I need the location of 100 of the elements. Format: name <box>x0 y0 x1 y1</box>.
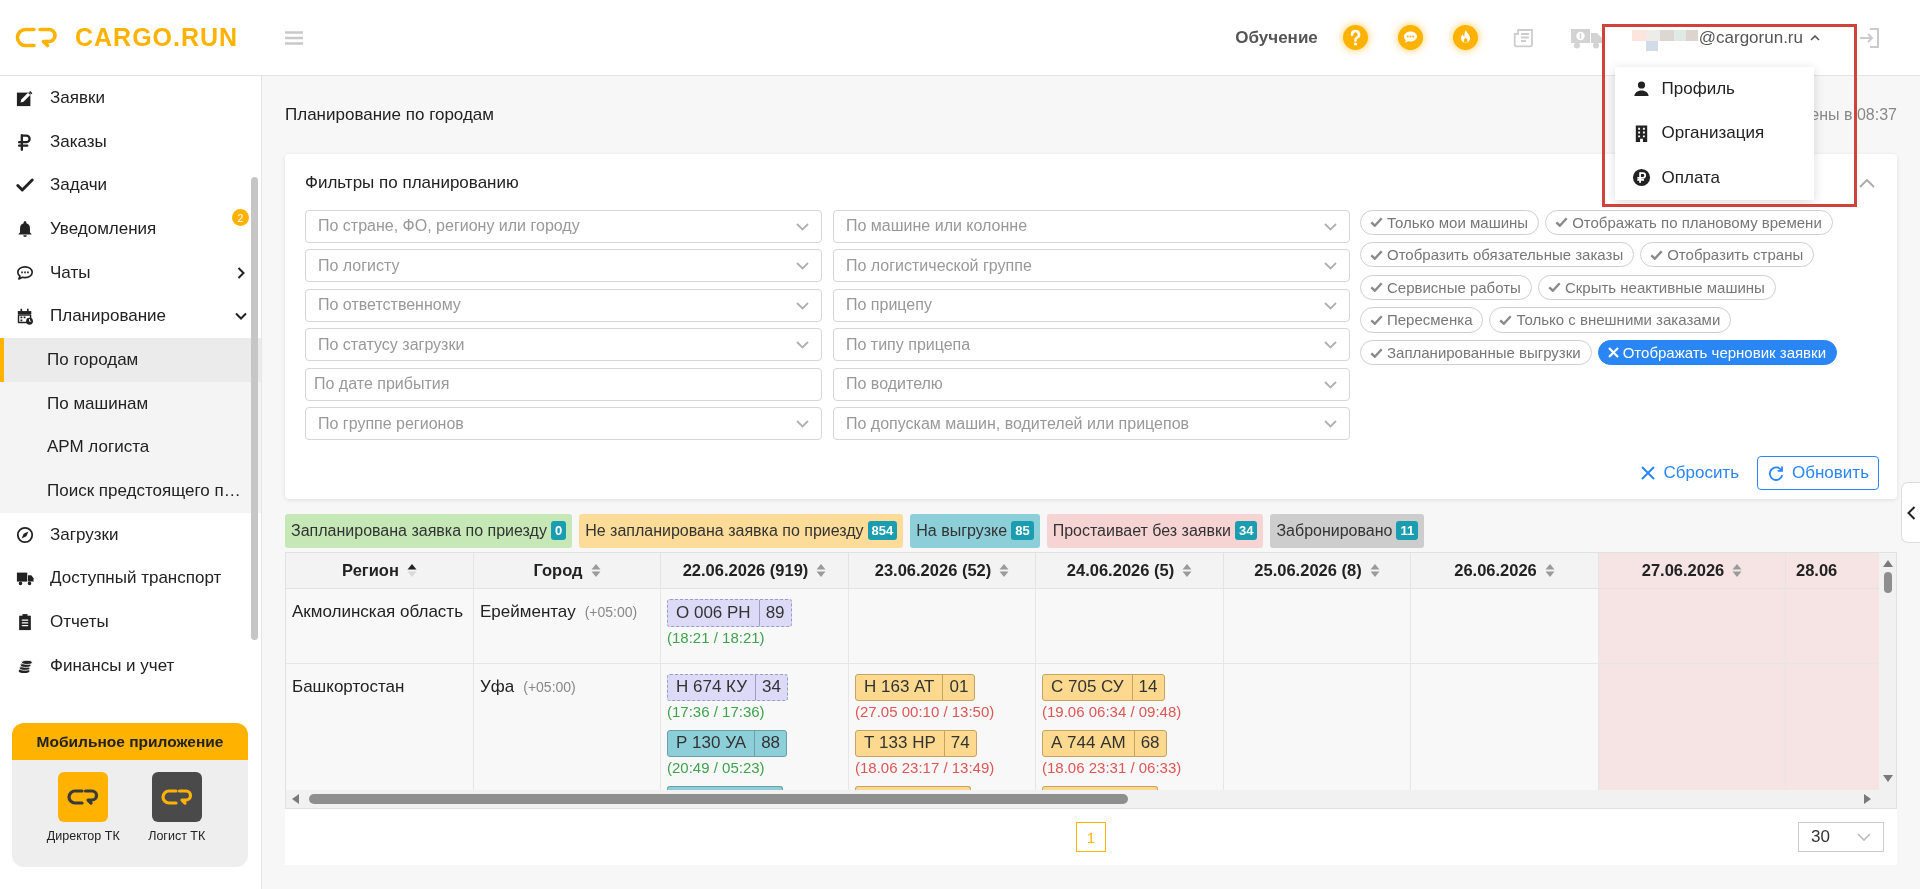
scroll-up-icon[interactable] <box>1882 560 1893 567</box>
select-field[interactable]: По логисту <box>305 249 822 282</box>
column-header[interactable]: 24.06.2026 (5) <box>1036 553 1224 588</box>
filter-chip[interactable]: Только мои машины <box>1360 209 1540 235</box>
close-icon <box>1607 347 1619 358</box>
date-field[interactable]: По дате прибытия <box>305 367 822 401</box>
filter-chip[interactable]: Отобразить обязательные заказы <box>1360 242 1635 268</box>
chevron-down-icon <box>1324 301 1337 310</box>
filter-chip[interactable]: Отобразить страны <box>1640 242 1815 268</box>
filter-chip[interactable]: Запланированные выгрузки <box>1360 339 1592 366</box>
reset-button[interactable]: Сбросить <box>1641 462 1739 483</box>
vehicle-tag[interactable]: Н 674 КУ 34 <box>667 673 788 701</box>
sidebar-item[interactable]: Отчеты <box>0 600 261 644</box>
menu-item[interactable]: Оплата <box>1614 155 1815 201</box>
sidebar-item[interactable]: Заказы <box>0 119 261 164</box>
check-icon <box>1370 314 1383 325</box>
sidebar-item[interactable]: Доступный транспорт <box>0 556 261 601</box>
column-header[interactable]: 22.06.2026 (919) <box>661 553 849 588</box>
legend-label: Забронировано <box>1276 521 1393 540</box>
select-field[interactable]: По водителю <box>833 367 1350 401</box>
chevron-down-icon <box>796 222 809 231</box>
count-badge: 34 <box>1234 521 1258 540</box>
column-header[interactable]: 28.06 <box>1786 553 1879 588</box>
legend-label: Простаивает без заявки <box>1052 521 1231 540</box>
scroll-right-icon[interactable] <box>1864 794 1871 805</box>
vehicle-tag[interactable]: Н 163 АТ 01 <box>855 673 976 701</box>
filter-chip[interactable]: Пересменка <box>1360 307 1484 333</box>
vehicle-tag[interactable]: О 006 РН 89 <box>667 599 792 627</box>
menu-item[interactable]: Организация <box>1614 111 1815 156</box>
menu-icon[interactable] <box>285 30 303 45</box>
truck-icon[interactable] <box>1569 26 1604 49</box>
check-icon <box>1370 347 1383 358</box>
sidebar-item[interactable]: Чаты <box>0 250 261 295</box>
legend-label: Не запланирована заявка по приезду <box>585 521 864 540</box>
menu-item[interactable]: Профиль <box>1614 66 1815 112</box>
arrival-time: (27.05 00:10 / 13:50) <box>855 703 996 721</box>
select-field[interactable]: По логистической группе <box>833 249 1350 282</box>
sidebar-item[interactable]: Уведомления 2 <box>0 207 261 251</box>
sidebar-subitem[interactable]: По городам <box>0 338 261 382</box>
column-header[interactable]: 27.06.2026 <box>1599 553 1786 588</box>
check-icon <box>1499 314 1513 325</box>
app-link[interactable]: Логист ТК <box>134 772 219 843</box>
page-size-select[interactable]: 30 <box>1798 822 1884 853</box>
check-icon <box>1555 217 1569 228</box>
sidebar-item[interactable]: Задачи <box>0 163 261 208</box>
filter-chip[interactable]: Отображать черновик заявки <box>1597 339 1838 366</box>
select-field[interactable]: По прицепу <box>833 288 1350 322</box>
select-field[interactable]: По стране, ФО, региону или городу <box>305 209 822 243</box>
scrollbar-thumb[interactable] <box>251 177 258 640</box>
vehicle-tag[interactable]: Р 130 УА 88 <box>667 729 788 757</box>
sidebar-subitem[interactable]: По машинам <box>0 381 261 426</box>
column-header[interactable]: 25.06.2026 (8) <box>1224 553 1411 588</box>
chevron-down-icon <box>1324 420 1337 428</box>
vehicle-tag[interactable]: С 705 СУ 14 <box>1042 673 1165 701</box>
filter-chip[interactable]: Только с внешними заказами <box>1489 307 1732 333</box>
refresh-icon <box>1768 464 1784 481</box>
vehicle-tag[interactable]: Т 133 НР 74 <box>855 729 977 757</box>
filter-chip[interactable]: Отображать по плановому времени <box>1545 209 1833 235</box>
check-icon <box>1370 217 1383 228</box>
select-field[interactable]: По статусу загрузки <box>305 328 822 361</box>
select-field[interactable]: По допускам машин, водителей или прицепов <box>833 407 1350 440</box>
chevron-down-icon <box>1324 262 1337 270</box>
newspaper-icon[interactable] <box>1512 27 1534 48</box>
select-field[interactable]: По типу прицепа <box>833 328 1350 361</box>
sidebar-subitem[interactable]: Поиск предстоящего п… <box>0 469 261 513</box>
select-field[interactable]: По группе регионов <box>305 407 822 440</box>
flame-icon[interactable] <box>1452 25 1478 50</box>
sidebar-item[interactable]: Финансы и учет <box>0 643 261 688</box>
panel-toggle-button[interactable] <box>1901 482 1920 543</box>
arrival-time: (18.06 23:31 / 06:33) <box>1042 759 1183 777</box>
count-badge: 0 <box>550 521 567 540</box>
scrollbar-thumb[interactable] <box>1883 572 1892 593</box>
vehicle-tag[interactable]: А 744 АМ 68 <box>1042 729 1167 757</box>
scroll-down-icon[interactable] <box>1882 775 1893 783</box>
column-header[interactable]: Регион <box>286 553 474 588</box>
column-header[interactable]: Город <box>474 553 661 588</box>
legend-label: На выгрузке <box>916 521 1008 540</box>
legend-label: Запланирована заявка по приезду <box>291 521 547 540</box>
chevron-up-icon[interactable] <box>1859 178 1875 188</box>
logout-icon[interactable] <box>1859 26 1880 49</box>
help-icon[interactable] <box>1342 25 1368 50</box>
filter-chip[interactable]: Сервисные работы <box>1360 274 1532 300</box>
refresh-button[interactable]: Обновить <box>1757 455 1879 490</box>
sidebar-item[interactable]: Заявки <box>0 76 261 120</box>
chat-icon[interactable] <box>1397 25 1423 50</box>
sidebar-item[interactable]: Загрузки <box>0 512 261 557</box>
training-link[interactable]: Обучение <box>1235 27 1318 48</box>
account-menu-button[interactable]: @cargorun.ru <box>1631 24 1820 51</box>
sidebar-subitem[interactable]: АРМ логиста <box>0 425 261 470</box>
app-link[interactable]: Директор ТК <box>41 772 126 843</box>
sidebar-item[interactable]: Планирование <box>0 294 261 339</box>
count-badge: 11 <box>1396 521 1419 540</box>
select-field[interactable]: По машине или колонне <box>833 209 1350 243</box>
chevron-left-icon <box>1906 505 1916 520</box>
scrollbar-thumb[interactable] <box>309 794 1128 805</box>
column-header[interactable]: 23.06.2026 (52) <box>849 553 1036 588</box>
select-field[interactable]: По ответственному <box>305 288 822 322</box>
filter-chip[interactable]: Скрыть неактивные машины <box>1537 274 1776 300</box>
scroll-left-icon[interactable] <box>292 794 299 805</box>
chevron-down-icon <box>796 301 809 310</box>
